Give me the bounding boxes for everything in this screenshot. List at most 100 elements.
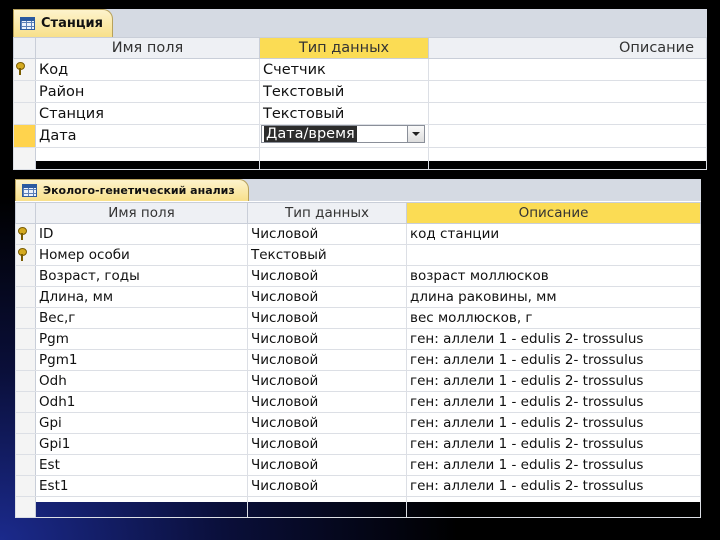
description-cell[interactable]: ген: аллели 1 - edulis 2- trossulus (406, 433, 701, 455)
field-name-cell[interactable]: Pgm (35, 328, 248, 350)
row-selector[interactable] (13, 80, 36, 103)
data-type-cell[interactable]: Числовой (247, 412, 407, 434)
empty-cell[interactable] (35, 496, 248, 518)
column-header-description[interactable]: Описание (428, 37, 707, 59)
field-name-cell[interactable]: Район (35, 80, 260, 103)
field-name-cell[interactable]: Длина, мм (35, 286, 248, 308)
table-row[interactable]: Est1 Числовой ген: аллели 1 - edulis 2- tr… (15, 475, 701, 497)
column-header-description[interactable]: Описание (406, 202, 701, 224)
description-cell[interactable]: ген: аллели 1 - edulis 2- trossulus (406, 328, 701, 350)
table-row[interactable]: Длина, мм Числовой длина раковины, мм (15, 286, 701, 308)
column-header-data-type[interactable]: Тип данных (259, 37, 429, 59)
row-selector[interactable] (15, 328, 36, 350)
data-type-cell[interactable]: Счетчик (259, 58, 429, 81)
row-selector[interactable] (13, 102, 36, 125)
description-cell[interactable] (406, 244, 701, 266)
column-header-data-type[interactable]: Тип данных (247, 202, 407, 224)
table-row[interactable]: Odh1 Числовой ген: аллели 1 - edulis 2- tr… (15, 391, 701, 413)
data-type-cell[interactable]: Числовой (247, 265, 407, 287)
data-type-cell[interactable]: Числовой (247, 349, 407, 371)
description-cell[interactable] (428, 58, 707, 81)
table-row[interactable]: Pgm1 Числовой ген: аллели 1 - edulis 2- tr… (15, 349, 701, 371)
table-row[interactable]: Gpi1 Числовой ген: аллели 1 - edulis 2- tr… (15, 433, 701, 455)
table-row[interactable]: Станция Текстовый (13, 102, 707, 125)
table-row[interactable]: Odh Числовой ген: аллели 1 - edulis 2- tro… (15, 370, 701, 392)
data-type-dropdown[interactable]: Дата/время (261, 125, 425, 143)
data-type-cell[interactable]: Числовой (247, 223, 407, 245)
empty-cell[interactable] (428, 147, 707, 170)
field-name-cell[interactable]: Odh (35, 370, 248, 392)
row-selector[interactable] (15, 496, 36, 518)
description-cell[interactable]: ген: аллели 1 - edulis 2- trossulus (406, 412, 701, 434)
description-cell[interactable]: ген: аллели 1 - edulis 2- trossulus (406, 391, 701, 413)
row-selector[interactable] (13, 147, 36, 170)
field-name-cell[interactable]: Станция (35, 102, 260, 125)
field-name-cell[interactable]: Дата (35, 124, 260, 148)
description-cell[interactable]: возраст моллюсков (406, 265, 701, 287)
row-selector[interactable] (15, 244, 36, 266)
field-name-cell[interactable]: Номер особи (35, 244, 248, 266)
row-selector[interactable] (15, 454, 36, 476)
data-type-cell[interactable]: Текстовый (247, 244, 407, 266)
empty-cell[interactable] (247, 496, 407, 518)
field-name-cell[interactable]: Est1 (35, 475, 248, 497)
row-selector[interactable] (15, 286, 36, 308)
table-row[interactable]: Возраст, годы Числовой возраст моллюсков (15, 265, 701, 287)
description-cell[interactable]: код станции (406, 223, 701, 245)
table-row[interactable]: Pgm Числовой ген: аллели 1 - edulis 2- tro… (15, 328, 701, 350)
row-selector[interactable] (15, 223, 36, 245)
row-selector[interactable] (13, 124, 36, 148)
data-type-cell[interactable]: Числовой (247, 328, 407, 350)
table-row[interactable]: Est Числовой ген: аллели 1 - edulis 2- tro… (15, 454, 701, 476)
description-cell[interactable] (428, 102, 707, 125)
field-name-cell[interactable]: ID (35, 223, 248, 245)
description-cell[interactable]: вес моллюсков, г (406, 307, 701, 329)
table-row[interactable]: Код Счетчик (13, 58, 707, 81)
table-row[interactable]: Вес,г Числовой вес моллюсков, г (15, 307, 701, 329)
data-type-cell[interactable]: Числовой (247, 286, 407, 308)
row-selector[interactable] (15, 433, 36, 455)
description-cell[interactable]: ген: аллели 1 - edulis 2- trossulus (406, 475, 701, 497)
row-selector[interactable] (15, 370, 36, 392)
table-row[interactable]: Дата Дата/время (13, 124, 707, 148)
column-header-field-name[interactable]: Имя поля (35, 202, 248, 224)
table-row[interactable]: Район Текстовый (13, 80, 707, 103)
description-cell[interactable]: ген: аллели 1 - edulis 2- trossulus (406, 370, 701, 392)
description-cell[interactable] (428, 80, 707, 103)
empty-cell[interactable] (35, 147, 260, 170)
row-selector[interactable] (15, 412, 36, 434)
empty-row[interactable] (13, 147, 707, 170)
field-name-cell[interactable]: Код (35, 58, 260, 81)
field-name-cell[interactable]: Pgm1 (35, 349, 248, 371)
data-type-cell[interactable]: Числовой (247, 454, 407, 476)
table-row[interactable]: ID Числовой код станции (15, 223, 701, 245)
data-type-cell[interactable]: Числовой (247, 475, 407, 497)
data-type-cell[interactable]: Числовой (247, 370, 407, 392)
empty-row[interactable] (15, 496, 701, 518)
field-name-cell[interactable]: Odh1 (35, 391, 248, 413)
field-name-cell[interactable]: Вес,г (35, 307, 248, 329)
empty-cell[interactable] (406, 496, 701, 518)
data-type-cell[interactable]: Текстовый (259, 102, 429, 125)
field-name-cell[interactable]: Gpi (35, 412, 248, 434)
description-cell[interactable]: длина раковины, мм (406, 286, 701, 308)
field-name-cell[interactable]: Est (35, 454, 248, 476)
description-cell[interactable]: ген: аллели 1 - edulis 2- trossulus (406, 349, 701, 371)
row-selector[interactable] (15, 349, 36, 371)
data-type-cell[interactable]: Текстовый (259, 80, 429, 103)
data-type-cell[interactable]: Дата/время (259, 124, 429, 148)
row-selector[interactable] (15, 391, 36, 413)
data-type-cell[interactable]: Числовой (247, 391, 407, 413)
row-selector[interactable] (15, 265, 36, 287)
row-selector[interactable] (15, 307, 36, 329)
dropdown-arrow-icon[interactable] (407, 126, 424, 142)
table-row[interactable]: Номер особи Текстовый (15, 244, 701, 266)
empty-cell[interactable] (259, 147, 429, 170)
description-cell[interactable] (428, 124, 707, 148)
column-header-field-name[interactable]: Имя поля (35, 37, 260, 59)
field-name-cell[interactable]: Gpi1 (35, 433, 248, 455)
row-selector[interactable] (15, 475, 36, 497)
description-cell[interactable]: ген: аллели 1 - edulis 2- trossulus (406, 454, 701, 476)
row-selector[interactable] (13, 58, 36, 81)
table-row[interactable]: Gpi Числовой ген: аллели 1 - edulis 2- tro… (15, 412, 701, 434)
